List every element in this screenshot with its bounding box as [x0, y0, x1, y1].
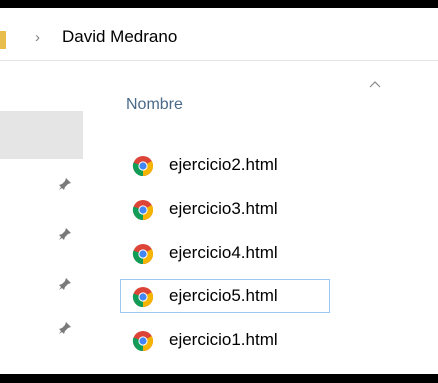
explorer-window: › David Medrano Nombre ejercicio2.html ej… [0, 8, 438, 374]
sort-ascending-caret-icon[interactable] [369, 80, 381, 88]
chrome-icon [132, 287, 154, 308]
chrome-icon [132, 244, 154, 265]
file-list-item[interactable]: ejercicio5.html [120, 279, 330, 313]
file-list-item[interactable]: ejercicio1.html [120, 323, 330, 357]
chrome-icon [132, 200, 154, 221]
chevron-right-icon[interactable]: › [35, 29, 40, 46]
nav-selected-item[interactable] [0, 111, 83, 159]
file-name: ejercicio2.html [169, 155, 278, 174]
pin-icon[interactable] [58, 321, 72, 335]
chrome-icon [132, 156, 154, 177]
file-list-item[interactable]: ejercicio2.html [120, 148, 330, 182]
file-list-item[interactable]: ejercicio3.html [120, 192, 330, 226]
file-name: ejercicio5.html [169, 286, 278, 305]
address-bar[interactable]: › David Medrano [0, 16, 438, 61]
chrome-icon [132, 331, 154, 352]
pin-icon[interactable] [58, 277, 72, 291]
file-list-item[interactable]: ejercicio4.html [120, 236, 330, 270]
column-header-name[interactable]: Nombre [126, 96, 183, 114]
file-name: ejercicio4.html [169, 243, 278, 262]
pin-icon[interactable] [58, 177, 72, 191]
breadcrumb-folder[interactable]: David Medrano [62, 27, 177, 47]
file-name: ejercicio3.html [169, 199, 278, 218]
pin-icon[interactable] [58, 227, 72, 241]
folder-icon [0, 31, 6, 49]
navigation-pane [0, 61, 90, 374]
file-name: ejercicio1.html [169, 330, 278, 349]
